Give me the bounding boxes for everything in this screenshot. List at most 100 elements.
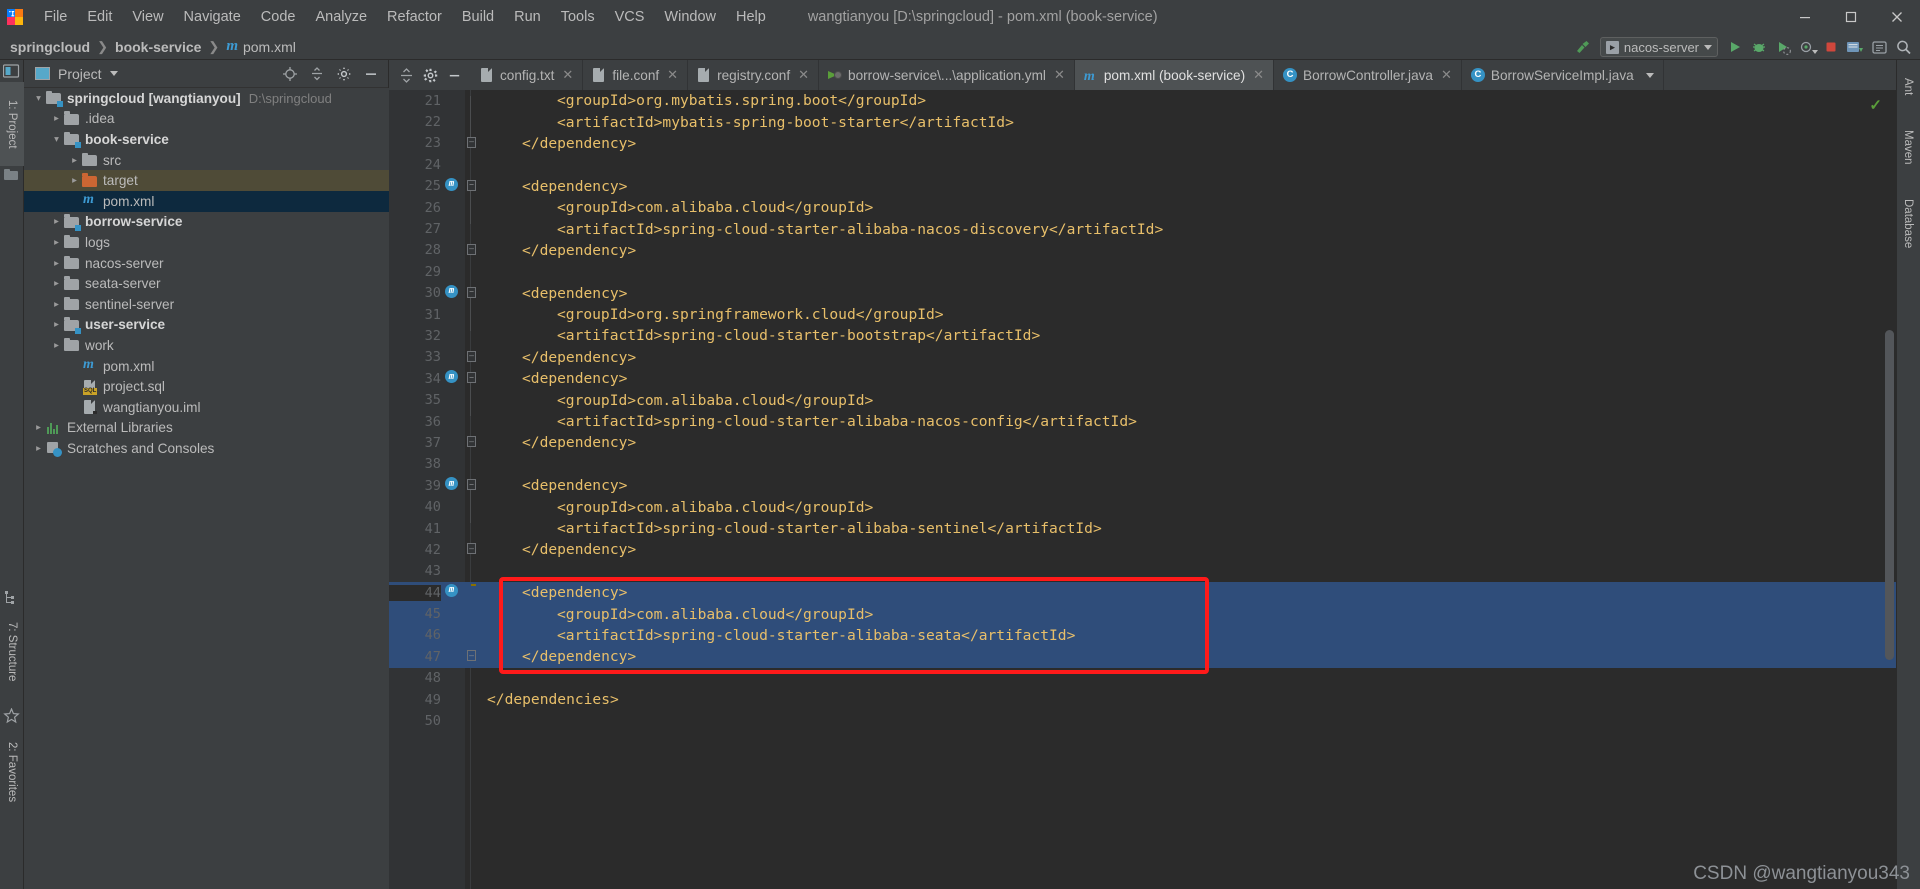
editor-vertical-scrollbar[interactable] xyxy=(1885,90,1894,889)
code-line[interactable]: 21 <groupId>org.mybatis.spring.boot</gro… xyxy=(389,90,1896,111)
close-icon[interactable]: ✕ xyxy=(1441,67,1452,83)
tree-item-book-service[interactable]: ▾ book-service xyxy=(24,129,389,150)
editor-tab-application-yml[interactable]: borrow-service\...\application.yml ✕ xyxy=(819,60,1075,90)
code-editor[interactable]: 21 <groupId>org.mybatis.spring.boot</gro… xyxy=(389,90,1896,889)
project-files-icon[interactable] xyxy=(3,168,21,186)
code-line-selected[interactable]: 44 m <dependency> xyxy=(389,581,1896,604)
collapse-all-icon[interactable] xyxy=(306,63,328,85)
maven-dependency-icon[interactable]: m xyxy=(445,370,461,386)
tree-item-pom-xml-book-service[interactable]: ▸ m pom.xml xyxy=(24,190,389,212)
menu-item-build[interactable]: Build xyxy=(452,6,504,28)
maven-dependency-icon[interactable]: m xyxy=(445,583,461,600)
hide-panel-icon[interactable] xyxy=(360,63,382,85)
code-content[interactable]: 21 <groupId>org.mybatis.spring.boot</gro… xyxy=(389,90,1896,889)
menu-item-edit[interactable]: Edit xyxy=(77,6,122,28)
fold-end-icon[interactable]: ‒ xyxy=(467,243,476,255)
menu-item-view[interactable]: View xyxy=(122,6,173,28)
tree-item-borrow-service[interactable]: ▸ borrow-service xyxy=(24,212,389,233)
fold-end-icon[interactable]: ‒ xyxy=(467,543,476,555)
run-configuration-selector[interactable]: ▸ nacos-server xyxy=(1599,37,1718,57)
debug-icon[interactable] xyxy=(1748,36,1770,58)
menu-item-run[interactable]: Run xyxy=(504,6,551,28)
stop-icon[interactable] xyxy=(1820,36,1842,58)
code-line[interactable]: 31 <groupId>org.springframework.cloud</g… xyxy=(389,304,1896,325)
settings-gear-icon[interactable] xyxy=(419,64,441,86)
code-line[interactable]: 28 ‒ </dependency> xyxy=(389,240,1896,261)
code-line[interactable]: 43 xyxy=(389,561,1896,582)
run-with-coverage-icon[interactable] xyxy=(1772,36,1794,58)
close-icon[interactable]: ✕ xyxy=(798,67,809,83)
chevron-right-icon[interactable]: ▸ xyxy=(32,422,45,433)
menu-item-vcs[interactable]: VCS xyxy=(605,6,655,28)
menu-item-help[interactable]: Help xyxy=(726,6,776,28)
code-line[interactable]: 22 <artifactId>mybatis-spring-boot-start… xyxy=(389,111,1896,132)
minimize-button[interactable] xyxy=(1782,0,1828,34)
code-line[interactable]: 30 m − <dependency> xyxy=(389,283,1896,304)
sidebar-item-favorites[interactable]: 2: Favorites xyxy=(0,726,24,818)
tree-item-sentinel-server[interactable]: ▸ sentinel-server xyxy=(24,294,389,315)
close-icon[interactable]: ✕ xyxy=(1253,67,1264,83)
code-line[interactable]: 34 m − <dependency> xyxy=(389,368,1896,389)
chevron-right-icon[interactable]: ▸ xyxy=(50,319,63,330)
code-line-selected[interactable]: 45 <groupId>com.alibaba.cloud</groupId> xyxy=(389,603,1896,625)
settings-icon[interactable] xyxy=(1868,36,1890,58)
code-line[interactable]: 23 ‒ </dependency> xyxy=(389,133,1896,154)
menu-item-refactor[interactable]: Refactor xyxy=(377,6,452,28)
fold-start-icon[interactable]: − xyxy=(467,479,476,491)
chevron-right-icon[interactable]: ▸ xyxy=(68,175,81,186)
code-line[interactable]: 37 ‒ </dependency> xyxy=(389,432,1896,453)
chevron-right-icon[interactable]: ▸ xyxy=(50,258,63,269)
favorites-star-icon[interactable] xyxy=(3,707,21,726)
chevron-right-icon[interactable]: ▸ xyxy=(50,278,63,289)
maximize-button[interactable] xyxy=(1828,0,1874,34)
code-line-selected[interactable]: 46 <artifactId>spring-cloud-starter-alib… xyxy=(389,624,1896,647)
scrollbar-thumb[interactable] xyxy=(1885,330,1894,660)
tree-item-user-service[interactable]: ▸ user-service xyxy=(24,315,389,336)
menu-item-file[interactable]: File xyxy=(34,6,77,28)
project-tree[interactable]: ▾ springcloud [wangtianyou] D:\springclo… xyxy=(24,88,389,889)
profiler-icon[interactable] xyxy=(1796,36,1818,58)
chevron-right-icon[interactable]: ▸ xyxy=(50,299,63,310)
code-line[interactable]: 27 <artifactId>spring-cloud-starter-alib… xyxy=(389,218,1896,239)
project-tool-window-icon[interactable] xyxy=(2,64,21,82)
fold-end-icon[interactable]: ‒ xyxy=(467,436,476,448)
scroll-from-source-icon[interactable] xyxy=(279,63,301,85)
editor-tab-file-conf[interactable]: file.conf ✕ xyxy=(583,60,689,90)
code-line[interactable]: 48 xyxy=(389,668,1896,689)
code-line[interactable]: 36 <artifactId>spring-cloud-starter-alib… xyxy=(389,411,1896,432)
fold-end-icon[interactable]: ‒ xyxy=(467,650,476,662)
maven-dependency-icon[interactable]: m xyxy=(445,177,461,194)
fold-end-icon[interactable]: ‒ xyxy=(467,350,476,362)
tree-item-nacos-server[interactable]: ▸ nacos-server xyxy=(24,253,389,274)
close-icon[interactable]: ✕ xyxy=(1054,67,1065,83)
chevron-right-icon[interactable]: ▸ xyxy=(68,155,81,166)
chevron-down-icon[interactable] xyxy=(109,71,118,76)
code-line[interactable]: 41 <artifactId>spring-cloud-starter-alib… xyxy=(389,518,1896,539)
structure-icon[interactable] xyxy=(3,590,21,608)
fold-start-icon[interactable]: − xyxy=(467,286,476,298)
tree-item-external-libraries[interactable]: ▸ External Libraries xyxy=(24,418,389,439)
chevron-down-icon[interactable] xyxy=(1645,72,1654,78)
code-line-selected[interactable]: 47 ‒ </dependency> xyxy=(389,646,1896,668)
sidebar-item-maven[interactable]: Maven xyxy=(1896,116,1920,178)
breadcrumb-item-springcloud[interactable]: springcloud xyxy=(10,39,90,55)
menu-item-tools[interactable]: Tools xyxy=(551,6,605,28)
fold-start-icon[interactable]: − xyxy=(467,179,476,191)
build-hammer-icon[interactable] xyxy=(1572,36,1594,58)
sidebar-item-database[interactable]: Database xyxy=(1896,184,1920,264)
code-line[interactable]: 42 ‒ </dependency> xyxy=(389,539,1896,560)
menu-bar[interactable]: File Edit View Navigate Code Analyze Ref… xyxy=(34,0,776,34)
fold-end-icon[interactable]: ‒ xyxy=(467,136,476,148)
editor-tab-config-txt[interactable]: config.txt ✕ xyxy=(471,60,584,90)
editor-tab-pom-xml-book-service[interactable]: m pom.xml (book-service) ✕ xyxy=(1074,60,1275,90)
expand-all-icon[interactable] xyxy=(395,64,417,86)
editor-tab-borrow-controller[interactable]: C BorrowController.java ✕ xyxy=(1274,60,1462,90)
editor-tab-registry-conf[interactable]: registry.conf ✕ xyxy=(688,60,820,90)
tree-item-project-sql[interactable]: ▸ SQL project.sql xyxy=(24,376,389,397)
chevron-right-icon[interactable]: ▸ xyxy=(50,216,63,227)
sidebar-item-ant[interactable]: Ant xyxy=(1896,66,1920,108)
code-line[interactable]: 24 xyxy=(389,154,1896,175)
intention-bulb-icon[interactable] xyxy=(467,584,482,600)
run-icon[interactable] xyxy=(1724,36,1746,58)
menu-item-code[interactable]: Code xyxy=(251,6,306,28)
